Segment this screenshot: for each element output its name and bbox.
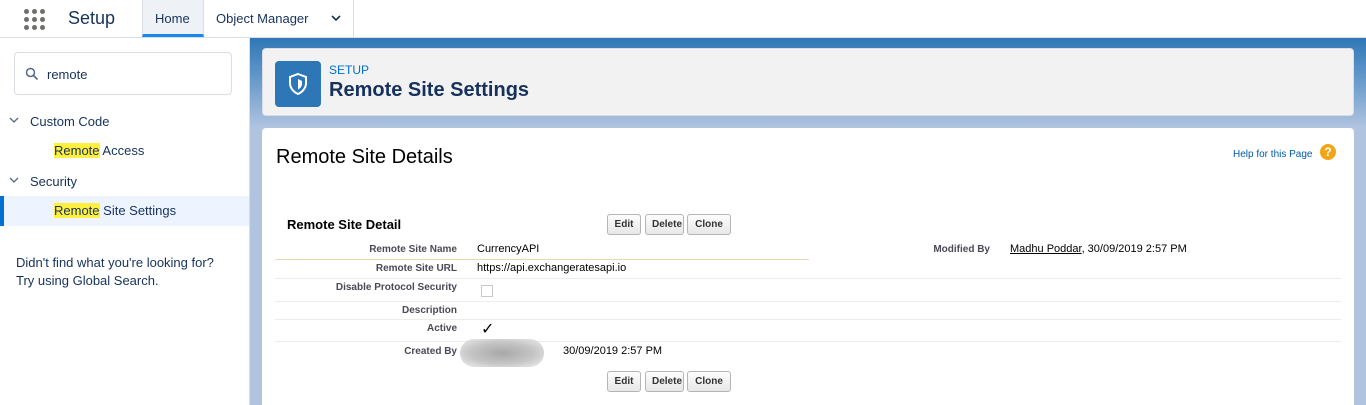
sidebar-item-label-rest: Access: [99, 143, 145, 158]
tree-section-custom-code[interactable]: Custom Code: [0, 108, 249, 134]
clone-button[interactable]: Clone: [687, 214, 731, 235]
tab-object-manager[interactable]: Object Manager: [204, 0, 354, 37]
app-launcher-icon[interactable]: [24, 9, 46, 31]
help-icon[interactable]: ?: [1320, 144, 1336, 160]
sidebar-item-label: Remote Access: [54, 143, 144, 158]
page-eyebrow: SETUP: [329, 63, 370, 77]
disable-protocol-security-checkbox: [481, 285, 493, 297]
row-divider: [275, 278, 1341, 279]
sidebar-item-label: Remote Site Settings: [54, 203, 176, 218]
search-highlight: Remote: [54, 203, 100, 218]
global-search-hint: Try using Global Search.: [16, 273, 159, 288]
redacted-region: [460, 339, 544, 367]
modified-by-user-link[interactable]: Madhu Poddar: [1010, 243, 1082, 255]
remote-site-name-label: Remote Site Name: [369, 244, 457, 255]
row-divider: [275, 259, 809, 260]
page-header-icon: [275, 61, 321, 107]
sidebar-item-label-rest: Site Settings: [99, 203, 177, 218]
tree-section-label: Security: [30, 174, 77, 189]
tab-object-manager-label: Object Manager: [216, 11, 309, 26]
edit-button-bottom[interactable]: Edit: [607, 371, 641, 392]
sidebar-item-remote-site-settings[interactable]: Remote Site Settings: [0, 196, 249, 226]
detail-card: Remote Site Details Help for this Page ?…: [262, 128, 1354, 405]
remote-site-url-value: https://api.exchangeratesapi.io: [477, 262, 627, 274]
chevron-down-icon[interactable]: [9, 176, 19, 184]
tab-home[interactable]: Home: [142, 0, 204, 37]
modified-by-date: , 30/09/2019 2:57 PM: [1081, 243, 1187, 255]
page-title: Remote Site Settings: [329, 79, 530, 101]
active-label: Active: [426, 323, 457, 334]
help-for-this-page-link[interactable]: Help for this Page: [1233, 149, 1313, 160]
page-header: SETUP Remote Site Settings: [262, 48, 1354, 116]
tree-section-label: Custom Code: [30, 114, 110, 129]
row-divider: [275, 319, 1341, 320]
modified-by-value: Madhu Poddar, 30/09/2019 2:57 PM: [1010, 243, 1187, 255]
remote-site-url-label: Remote Site URL: [375, 263, 457, 274]
modified-by-label: Modified By: [933, 244, 990, 255]
created-by-label: Created By: [404, 346, 457, 357]
active-check-icon: ✓: [481, 321, 495, 338]
global-header: Setup Home Object Manager: [0, 0, 1366, 38]
remote-site-name-value: CurrencyAPI: [477, 243, 540, 255]
clone-button-bottom[interactable]: Clone: [687, 371, 731, 392]
row-divider: [275, 301, 1341, 302]
quick-find-input[interactable]: [47, 63, 227, 85]
description-label: Description: [401, 305, 457, 316]
chevron-down-icon[interactable]: [331, 13, 341, 23]
delete-button[interactable]: Delete: [645, 214, 684, 235]
delete-button-bottom[interactable]: Delete: [645, 371, 684, 392]
tree-section-security[interactable]: Security: [0, 168, 249, 194]
app-name: Setup: [68, 8, 116, 28]
edit-button[interactable]: Edit: [607, 214, 641, 235]
shield-icon: [289, 72, 307, 96]
chevron-down-icon[interactable]: [9, 116, 19, 124]
detail-page-title: Remote Site Details: [276, 146, 453, 168]
section-title: Remote Site Detail: [287, 217, 402, 232]
sidebar-item-remote-access[interactable]: Remote Access: [0, 136, 249, 166]
quick-find-box[interactable]: [14, 52, 232, 95]
created-by-value: 30/09/2019 2:57 PM: [563, 345, 663, 357]
no-result-line: Didn't find what you're looking for?: [16, 255, 214, 270]
setup-sidebar: Custom Code Remote Access Security Remot…: [0, 38, 250, 405]
search-highlight: Remote: [54, 143, 100, 158]
row-divider: [275, 341, 1341, 342]
no-result-hint: Didn't find what you're looking for? Try…: [16, 254, 241, 290]
search-icon: [25, 67, 39, 81]
disable-protocol-security-label: Disable Protocol Security: [335, 282, 457, 293]
